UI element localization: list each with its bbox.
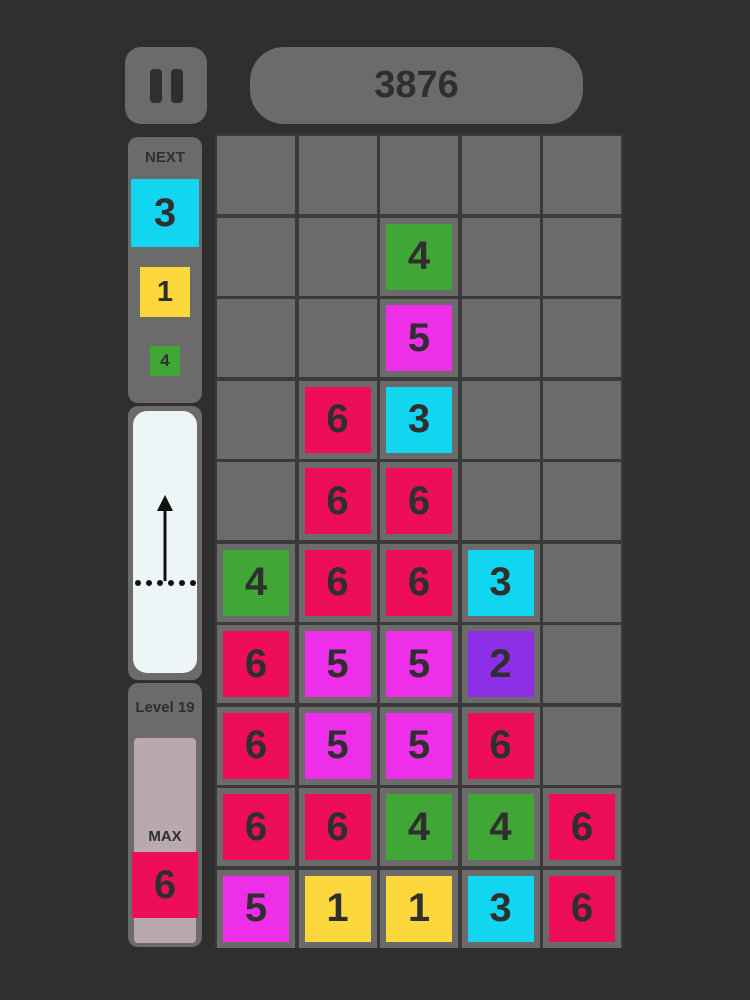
board-cell [217,299,295,377]
board-cell [543,462,621,540]
number-tile: 6 [386,549,452,616]
number-tile: 3 [386,386,452,453]
board-cell [217,136,295,214]
level-label: Level 19 [135,699,195,716]
pause-button[interactable] [125,47,207,124]
board-cell [543,380,621,459]
pause-icon-bar-left [149,68,162,103]
board-cell [543,543,621,622]
board-cell [217,217,295,296]
level-panel: Level 19 MAX 6 [128,683,202,947]
number-tile: 1 [386,875,452,942]
board-cell [461,299,540,377]
board-cell [461,217,540,296]
drop-panel [128,406,202,680]
number-tile: 4 [386,223,452,290]
number-tile: 5 [386,631,452,697]
number-tile: 5 [386,305,452,371]
number-tile: 5 [223,875,289,942]
number-tile: 2 [467,631,534,697]
number-tile: 6 [304,386,371,453]
board-cell [298,299,377,377]
pause-icon-bar-right [170,68,183,103]
number-tile: 4 [467,794,534,860]
board-cell [461,462,540,540]
max-tile: 6 [132,852,198,918]
next-label: NEXT [144,149,185,166]
number-tile: 6 [223,794,289,860]
board-cell [298,136,377,214]
board-cell [380,136,458,214]
score-display: 3876 [250,47,583,124]
score-value: 3876 [374,64,459,106]
number-tile: 5 [304,712,371,779]
number-tile: 6 [304,468,371,534]
number-tile: 4 [223,549,289,616]
next-tile-2: 1 [140,267,190,317]
number-tile: 6 [549,794,615,860]
next-tile-3: 4 [150,346,180,376]
number-tile: 6 [304,794,371,860]
board-cell [217,380,295,459]
number-tile: 5 [386,712,452,779]
number-tile: 6 [223,712,289,779]
next-tile-1: 3 [131,179,199,247]
board-cell [543,299,621,377]
max-label: MAX [148,828,182,845]
board-cell [543,706,621,785]
number-tile: 1 [304,875,371,942]
number-tile: 6 [386,468,452,534]
number-tile: 6 [467,712,534,779]
board-cell [543,625,621,703]
number-tile: 6 [223,631,289,697]
number-tile: 3 [467,875,534,942]
board-cell [298,217,377,296]
number-tile: 4 [386,794,452,860]
number-tile: 6 [304,549,371,616]
board-cell [217,462,295,540]
number-tile: 6 [549,875,615,942]
board-cell [461,380,540,459]
drop-zone[interactable] [133,411,197,673]
number-tile: 3 [467,549,534,616]
next-panel: NEXT 3 1 4 [128,137,202,403]
number-tile: 5 [304,631,371,697]
swipe-up-arrow-icon [135,495,196,586]
board-cell [461,136,540,214]
board-cell [543,217,621,296]
board-cell [543,136,621,214]
game-board[interactable]: 4563664663655265566644651136 [215,134,623,948]
